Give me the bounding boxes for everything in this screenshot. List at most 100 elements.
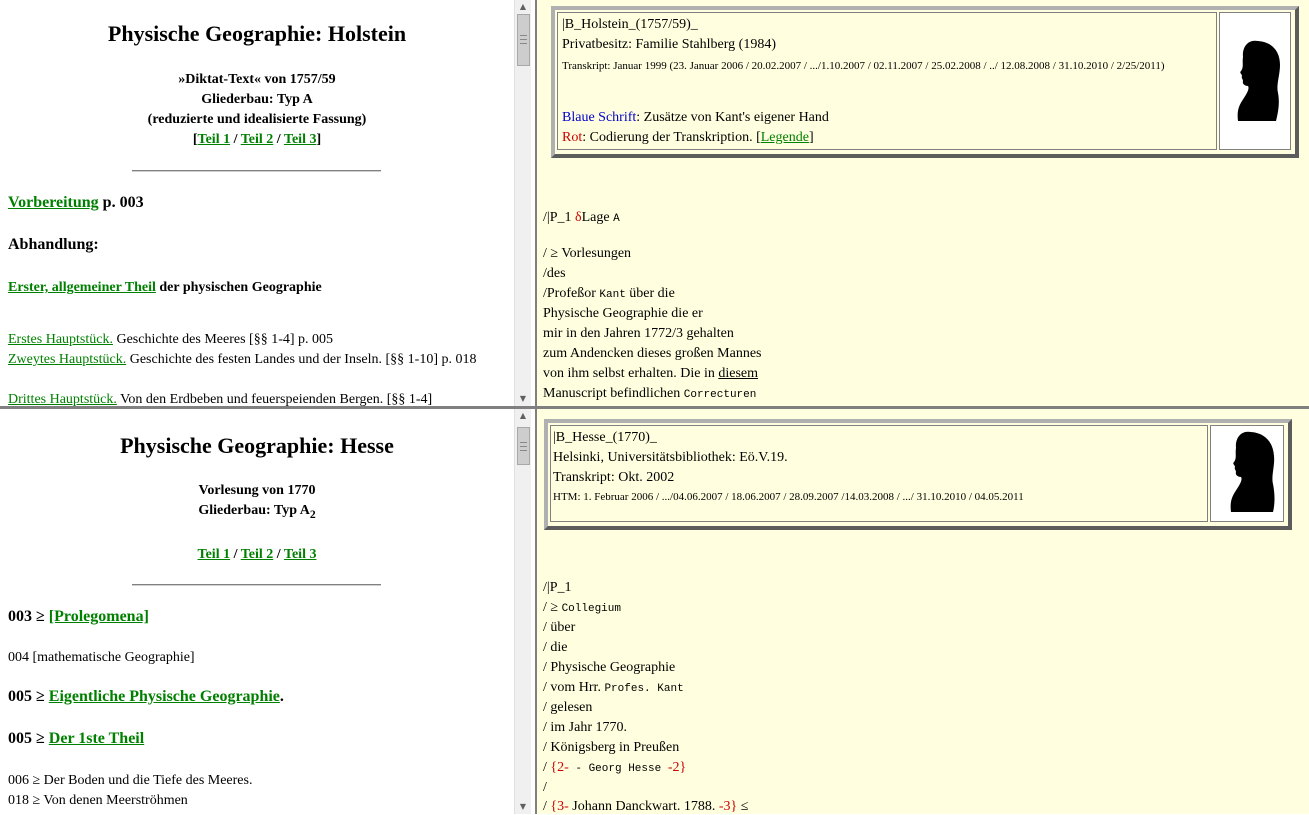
kant-silhouette-image: [1219, 12, 1291, 150]
text-seg: über die: [625, 286, 675, 301]
text-line: / ≥ Vorlesungen: [543, 246, 632, 261]
erster-theil-rest: der physischen Geographie: [155, 280, 322, 295]
text-line: / gelesen: [543, 700, 593, 715]
teil-2-link[interactable]: Teil 2: [241, 132, 274, 147]
mono-seg: Correcturen: [683, 389, 757, 401]
subtitle-diktat: »Diktat-Text« von 1757/59: [178, 72, 336, 87]
location-line: Helsinki, Universitätsbibliothek: Eö.V.1…: [553, 450, 788, 465]
erster-theil-heading: Erster, allgemeiner Theil der physischen…: [8, 280, 322, 296]
list-item: Drittes Hauptstück. Von den Erdbeben und…: [8, 390, 508, 406]
text-line: /|P_1: [543, 580, 572, 595]
scroll-up-arrow-icon[interactable]: ▲: [515, 0, 531, 14]
list-item: Zweytes Hauptstück. Geschichte des feste…: [8, 350, 508, 370]
text-seg: / ≥: [543, 600, 562, 615]
blue-label: Blaue Schrift: [562, 110, 637, 125]
red-code: {2-: [550, 760, 569, 775]
info-box: |B_Hesse_(1770)_ Helsinki, Universitätsb…: [544, 419, 1292, 530]
text-seg: Lage: [581, 210, 614, 225]
legend-red: Rot: Codierung der Transkription. [Legen…: [562, 130, 814, 146]
section-heading: 003 ≥ [Prolegomena]: [8, 608, 149, 626]
red-code: {3-: [550, 799, 569, 814]
mono-seg: Collegium: [561, 603, 621, 615]
erste-theil-link[interactable]: Der 1ste Theil: [49, 730, 144, 747]
text-line: / die: [543, 640, 568, 655]
red-code: -3}: [718, 799, 738, 814]
text-line: /des: [543, 266, 566, 281]
scroll-up-arrow-icon[interactable]: ▲: [515, 409, 531, 423]
subtitle-gliederbau: Gliederbau: Typ A: [201, 92, 313, 107]
scroll-down-arrow-icon[interactable]: ▼: [515, 800, 531, 814]
underlined-seg: diesem: [718, 366, 759, 381]
drittes-hauptstueck-link[interactable]: Drittes Hauptstück.: [8, 392, 117, 406]
red-code: δ: [574, 210, 582, 225]
text-seg: / vom Hrr.: [543, 680, 605, 695]
page-title: Physische Geographie: Holstein: [107, 21, 407, 46]
entry-text: Von den Erdbeben und feuerspeienden Berg…: [116, 392, 433, 406]
silhouette-icon: [1230, 431, 1275, 512]
teil-3-link[interactable]: Teil 3: [284, 547, 317, 562]
mono-seg: Kant: [599, 289, 626, 301]
section-num: 003 ≥: [8, 608, 49, 625]
eigentliche-geographie-link[interactable]: Eigentliche Physische Geographie: [49, 688, 280, 705]
text-line: Manuscript befindlichen Correcturen: [543, 386, 756, 402]
text-line: /|P_1 δLage A: [543, 210, 620, 226]
vorbereitung-page: p. 003: [98, 194, 144, 211]
top-left-scrollbar[interactable]: ▲ ▼: [514, 0, 531, 406]
section-dot: .: [279, 688, 284, 705]
teil-sep: /: [230, 547, 241, 562]
grip-line: [520, 43, 527, 44]
teil-1-link[interactable]: Teil 1: [198, 132, 231, 147]
scroll-down-arrow-icon[interactable]: ▼: [515, 392, 531, 406]
teil-1-link[interactable]: Teil 1: [198, 547, 231, 562]
gliederbau-sub: 2: [309, 507, 316, 521]
vorbereitung-heading: Vorbereitung p. 003: [8, 194, 144, 212]
info-text-cell: |B_Hesse_(1770)_ Helsinki, Universitätsb…: [550, 425, 1208, 522]
text-line: zum Andencken dieses großen Mannes: [543, 346, 762, 361]
legende-link[interactable]: Legende: [761, 130, 809, 145]
bottom-left-scrollbar[interactable]: ▲ ▼: [514, 409, 531, 814]
text-line: / Physische Geographie: [543, 660, 676, 675]
legende-close: ]: [808, 130, 814, 145]
section-heading: 005 ≥ Der 1ste Theil: [8, 730, 144, 748]
entry-text: Geschichte des Meeres [§§ 1-4] p. 005: [112, 332, 334, 347]
signature-line: |B_Hesse_(1770)_: [553, 430, 657, 445]
text-line: / Königsberg in Preußen: [543, 740, 680, 755]
mono-seg: Profes. Kant: [604, 683, 684, 695]
transcript-line: Transkript: Januar 1999 (23. Januar 2006…: [562, 60, 1165, 72]
red-label: Rot: [562, 130, 583, 145]
section-heading: 005 ≥ Eigentliche Physische Geographie.: [8, 688, 284, 706]
text-seg: /Profeßor: [543, 286, 600, 301]
divider-rule: [132, 170, 381, 172]
teil-3-link[interactable]: Teil 3: [284, 132, 317, 147]
text-seg: /|P_1: [543, 210, 575, 225]
bracket-close: ]: [316, 132, 322, 147]
section-entry: 004 [mathematische Geographie]: [8, 650, 195, 665]
prolegomena-link[interactable]: [Prolegomena]: [49, 608, 149, 625]
vorbereitung-link[interactable]: Vorbereitung: [8, 194, 99, 211]
subtitle-gliederbau: Gliederbau: Typ A2: [0, 501, 514, 525]
divider-rule: [132, 584, 381, 586]
entry-text: Geschichte des festen Landes und der Ins…: [126, 352, 477, 367]
info-text-cell: |B_Holstein_(1757/59)_ Privatbesitz: Fam…: [557, 12, 1217, 150]
erstes-hauptstueck-link[interactable]: Erstes Hauptstück.: [8, 332, 113, 347]
zweytes-hauptstueck-link[interactable]: Zweytes Hauptstück.: [8, 352, 126, 367]
text-seg: Johann Danckwart. 1788.: [568, 799, 719, 814]
grip-line: [520, 446, 527, 447]
subtitle-vorlesung: Vorlesung von 1770: [198, 483, 316, 498]
hesse-silhouette-image: [1210, 425, 1284, 522]
scroll-thumb[interactable]: [517, 14, 530, 66]
scroll-thumb[interactable]: [517, 427, 530, 465]
grip-line: [520, 442, 527, 443]
erster-theil-link[interactable]: Erster, allgemeiner Theil: [8, 280, 156, 295]
teil-2-link[interactable]: Teil 2: [241, 547, 274, 562]
frame-divider-horizontal[interactable]: [0, 406, 1309, 409]
teil-nav: [Teil 1 / Teil 2 / Teil 3]: [0, 130, 514, 150]
silhouette-icon: [1237, 40, 1280, 121]
text-line: mir in den Jahren 1772/3 gehalten: [543, 326, 734, 341]
text-line: /Profeßor Kant über die: [543, 286, 675, 302]
page-title: Physische Geographie: Hesse: [120, 433, 394, 458]
teil-nav: Teil 1 / Teil 2 / Teil 3: [0, 545, 514, 565]
teil-sep: /: [273, 132, 284, 147]
red-text: : Codierung der Transkription. [: [582, 130, 761, 145]
grip-line: [520, 35, 527, 36]
